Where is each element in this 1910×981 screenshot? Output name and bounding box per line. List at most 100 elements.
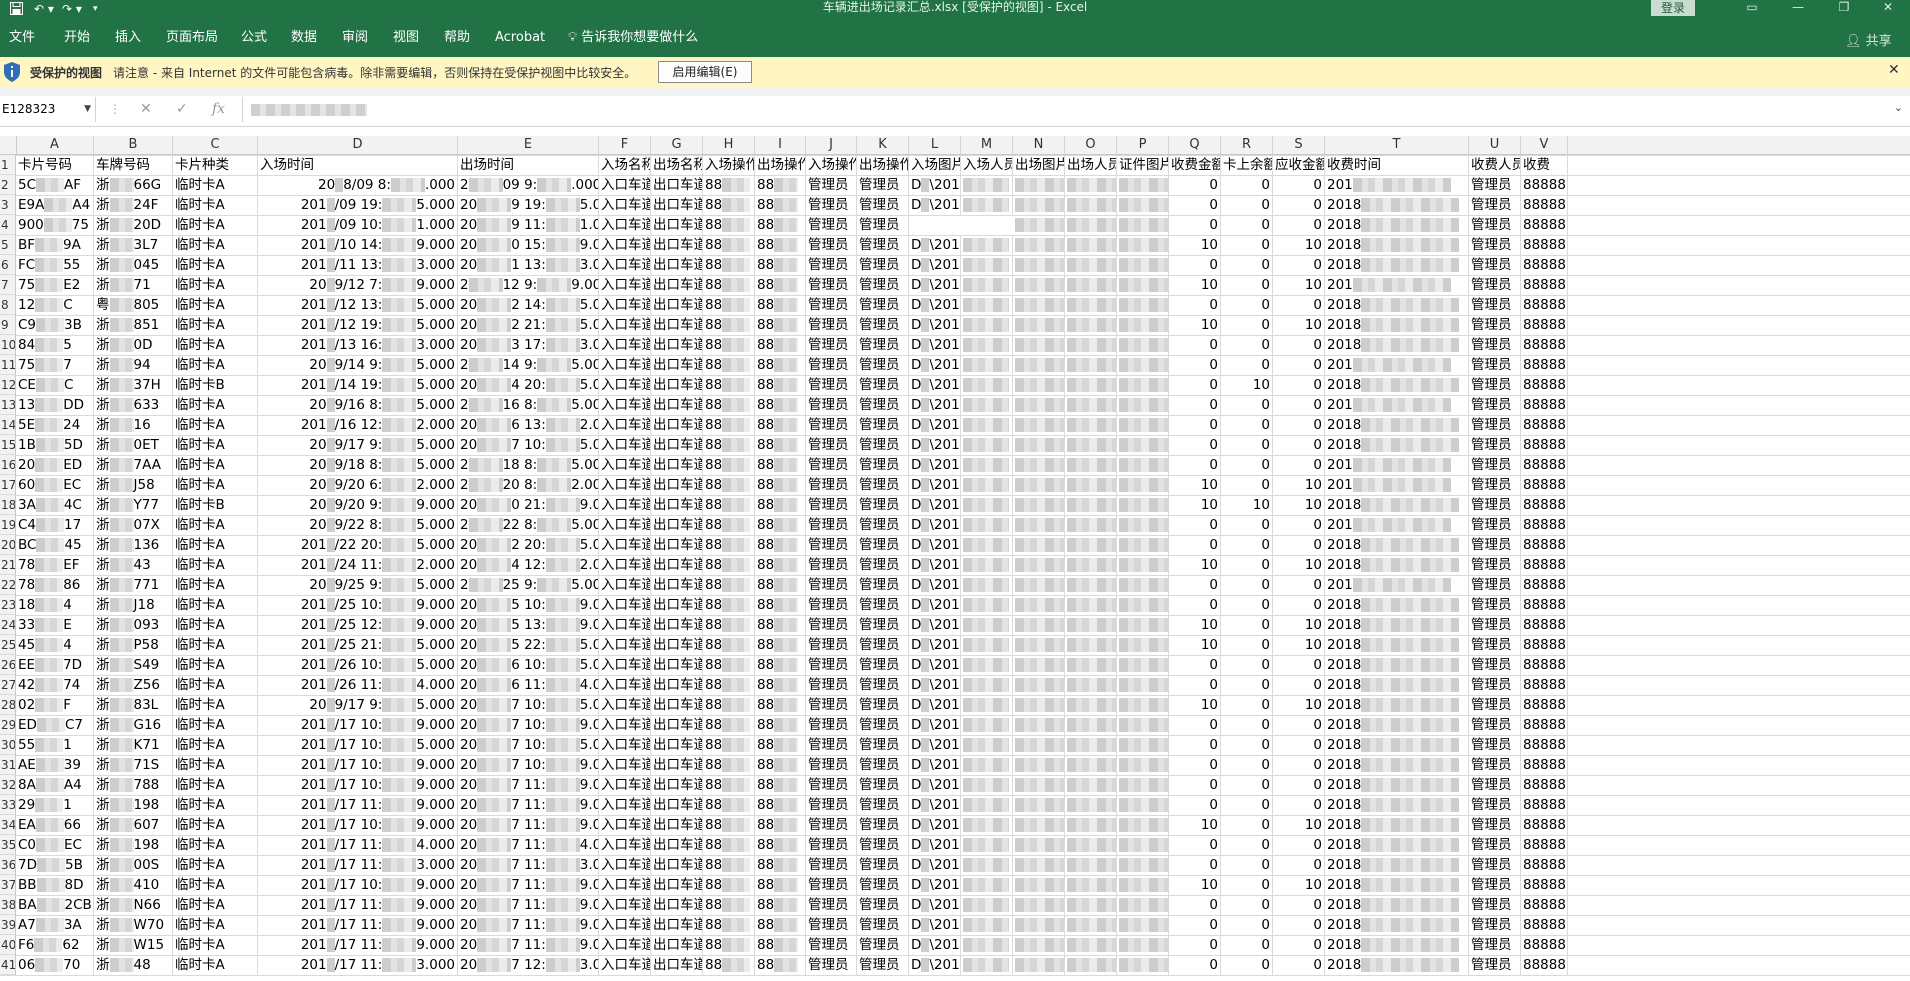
entry-time-cell[interactable]: 201/17 11: 3.000 (258, 855, 458, 875)
entry-image-cell[interactable]: D\2018 (909, 295, 961, 315)
fee-user-cell[interactable]: 管理员 (1469, 755, 1521, 775)
entry-op-cell[interactable]: 88 (703, 515, 755, 535)
exit-time-cell[interactable]: 207 11:9.000 (458, 935, 599, 955)
fee-amount-cell[interactable]: 0 (1169, 375, 1221, 395)
column-header-e[interactable]: E (458, 136, 599, 154)
card-balance-cell[interactable]: 0 (1221, 275, 1273, 295)
card-type-cell[interactable]: 临时卡A (173, 815, 258, 835)
fee-user-cell[interactable]: 管理员 (1469, 195, 1521, 215)
entry-time-cell[interactable]: 201/13 16: 3.000 (258, 335, 458, 355)
id-image-cell[interactable] (1117, 875, 1169, 895)
fee-amount-cell[interactable]: 10 (1169, 555, 1221, 575)
tab-home[interactable]: 开始 (64, 30, 90, 46)
entry-time-cell[interactable]: 20 9/17 9: 5.000 (258, 695, 458, 715)
exit-time-cell[interactable]: 205 13:9.000 (458, 615, 599, 635)
header-cell[interactable]: 入场操作 (806, 155, 857, 175)
exit-image-cell[interactable] (1013, 955, 1065, 975)
receivable-cell[interactable]: 0 (1273, 895, 1325, 915)
entry-person-cell[interactable] (961, 855, 1013, 875)
entry-operator-cell[interactable]: 管理员 (806, 255, 857, 275)
entry-person-cell[interactable] (961, 415, 1013, 435)
exit-op-cell[interactable]: 88 (755, 715, 806, 735)
entry-person-cell[interactable] (961, 495, 1013, 515)
entry-image-cell[interactable]: D\2018 (909, 275, 961, 295)
entry-time-cell[interactable]: 201/09 19: 5.000 (258, 195, 458, 215)
exit-operator-cell[interactable]: 管理员 (857, 355, 909, 375)
entry-operator-cell[interactable]: 管理员 (806, 635, 857, 655)
column-header-b[interactable]: B (94, 136, 173, 154)
card-type-cell[interactable]: 临时卡A (173, 555, 258, 575)
exit-person-cell[interactable] (1065, 855, 1117, 875)
entry-person-cell[interactable] (961, 555, 1013, 575)
entry-time-cell[interactable]: 201/17 11: 9.000 (258, 915, 458, 935)
card-number-cell[interactable]: CE C (16, 375, 94, 395)
entry-operator-cell[interactable]: 管理员 (806, 675, 857, 695)
entry-name-cell[interactable]: 入口车道 (599, 655, 651, 675)
exit-name-cell[interactable]: 出口车道 (651, 355, 703, 375)
fee-amount-cell[interactable]: 10 (1169, 615, 1221, 635)
card-balance-cell[interactable]: 0 (1221, 935, 1273, 955)
exit-name-cell[interactable]: 出口车道 (651, 555, 703, 575)
plate-number-cell[interactable]: 浙 W70 (94, 915, 173, 935)
exit-image-cell[interactable] (1013, 675, 1065, 695)
entry-image-cell[interactable]: D\2018 (909, 775, 961, 795)
card-balance-cell[interactable]: 0 (1221, 575, 1273, 595)
exit-op-cell[interactable]: 88 (755, 455, 806, 475)
entry-operator-cell[interactable]: 管理员 (806, 295, 857, 315)
exit-image-cell[interactable] (1013, 535, 1065, 555)
entry-name-cell[interactable]: 入口车道 (599, 435, 651, 455)
id-image-cell[interactable] (1117, 715, 1169, 735)
id-image-cell[interactable] (1117, 255, 1169, 275)
entry-op-cell[interactable]: 88 (703, 215, 755, 235)
entry-time-cell[interactable]: 20 9/16 8: 5.000 (258, 395, 458, 415)
entry-person-cell[interactable] (961, 835, 1013, 855)
id-image-cell[interactable] (1117, 535, 1169, 555)
entry-time-cell[interactable]: 201/17 10: 5.000 (258, 735, 458, 755)
exit-time-cell[interactable]: 202 21:5.000 (458, 315, 599, 335)
exit-time-cell[interactable]: 207 10:9.000 (458, 715, 599, 735)
id-image-cell[interactable] (1117, 755, 1169, 775)
card-balance-cell[interactable]: 0 (1221, 835, 1273, 855)
entry-person-cell[interactable] (961, 775, 1013, 795)
receivable-cell[interactable]: 0 (1273, 195, 1325, 215)
id-image-cell[interactable] (1117, 915, 1169, 935)
entry-operator-cell[interactable]: 管理员 (806, 955, 857, 975)
fee-extra-cell[interactable]: 88888 (1521, 635, 1568, 655)
exit-name-cell[interactable]: 出口车道 (651, 395, 703, 415)
insert-function-icon[interactable]: fx (212, 101, 225, 117)
exit-name-cell[interactable]: 出口车道 (651, 475, 703, 495)
entry-image-cell[interactable]: D\2018 (909, 895, 961, 915)
entry-name-cell[interactable]: 入口车道 (599, 475, 651, 495)
fee-time-cell[interactable]: 2018 (1325, 635, 1469, 655)
fee-user-cell[interactable]: 管理员 (1469, 415, 1521, 435)
id-image-cell[interactable] (1117, 695, 1169, 715)
exit-time-cell[interactable]: 209 19:5.000 (458, 195, 599, 215)
exit-time-cell[interactable]: 207 11:9.000 (458, 915, 599, 935)
exit-image-cell[interactable] (1013, 735, 1065, 755)
plate-number-cell[interactable]: 浙 045 (94, 255, 173, 275)
ribbon-display-icon[interactable]: ▭ (1729, 0, 1775, 17)
fee-time-cell[interactable]: 2018 (1325, 675, 1469, 695)
fee-extra-cell[interactable]: 88888 (1521, 595, 1568, 615)
fee-extra-cell[interactable]: 88888 (1521, 575, 1568, 595)
id-image-cell[interactable] (1117, 955, 1169, 975)
exit-image-cell[interactable] (1013, 595, 1065, 615)
fee-time-cell[interactable]: 2018 (1325, 335, 1469, 355)
plate-number-cell[interactable]: 浙 66G (94, 175, 173, 195)
exit-image-cell[interactable] (1013, 695, 1065, 715)
id-image-cell[interactable] (1117, 195, 1169, 215)
header-cell[interactable]: 入场图片 (909, 155, 961, 175)
card-balance-cell[interactable]: 0 (1221, 255, 1273, 275)
entry-op-cell[interactable]: 88 (703, 675, 755, 695)
card-number-cell[interactable]: 13 DD (16, 395, 94, 415)
entry-name-cell[interactable]: 入口车道 (599, 575, 651, 595)
fee-user-cell[interactable]: 管理员 (1469, 935, 1521, 955)
entry-op-cell[interactable]: 88 (703, 815, 755, 835)
fee-user-cell[interactable]: 管理员 (1469, 495, 1521, 515)
fee-amount-cell[interactable]: 0 (1169, 775, 1221, 795)
entry-time-cell[interactable]: 20 9/14 9: 5.000 (258, 355, 458, 375)
row-header[interactable]: 23 (0, 595, 16, 615)
entry-op-cell[interactable]: 88 (703, 795, 755, 815)
card-number-cell[interactable]: 55 1 (16, 735, 94, 755)
entry-time-cell[interactable]: 20 9/25 9: 5.000 (258, 575, 458, 595)
